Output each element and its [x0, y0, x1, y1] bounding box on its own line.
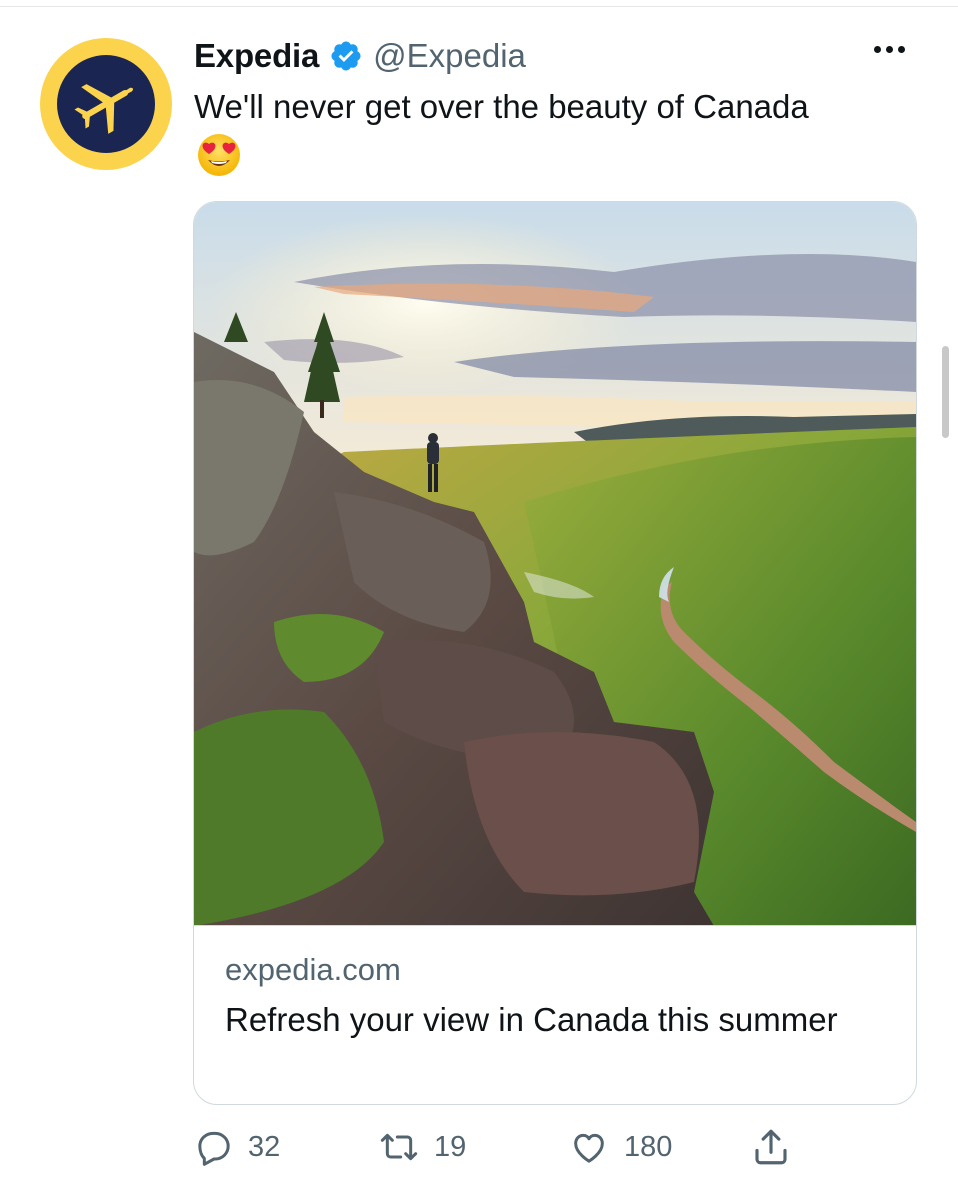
share-button[interactable] — [750, 1124, 792, 1170]
like-count: 180 — [624, 1130, 673, 1163]
card-title[interactable]: Refresh your view in Canada this summer — [225, 998, 865, 1042]
retweet-count: 19 — [434, 1130, 467, 1163]
heart-eyes-emoji-icon — [198, 134, 240, 176]
more-icon[interactable] — [874, 46, 905, 53]
author-handle[interactable]: @Expedia — [373, 37, 526, 75]
avatar[interactable] — [40, 38, 172, 170]
retweet-button[interactable]: 19 — [378, 1124, 466, 1170]
reply-button[interactable]: 32 — [194, 1124, 280, 1170]
top-divider — [0, 6, 958, 7]
author-name[interactable]: Expedia — [194, 37, 319, 75]
verified-badge-icon — [331, 41, 361, 71]
plane-logo-icon — [57, 55, 155, 153]
scrollbar[interactable] — [942, 346, 949, 438]
tweet-text: We'll never get over the beauty of Canad… — [194, 88, 809, 125]
reply-icon — [198, 1131, 230, 1166]
tweet-header: Expedia @Expedia — [194, 34, 526, 78]
like-button[interactable]: 180 — [568, 1124, 672, 1170]
retweet-icon — [380, 1133, 418, 1161]
like-icon — [574, 1133, 604, 1163]
card-image[interactable] — [194, 202, 916, 926]
share-icon — [755, 1129, 787, 1165]
card-domain[interactable]: expedia.com — [225, 952, 401, 988]
card-divider — [194, 925, 916, 926]
reply-count: 32 — [248, 1130, 281, 1163]
link-card[interactable]: expedia.com Refresh your view in Canada … — [193, 201, 917, 1105]
